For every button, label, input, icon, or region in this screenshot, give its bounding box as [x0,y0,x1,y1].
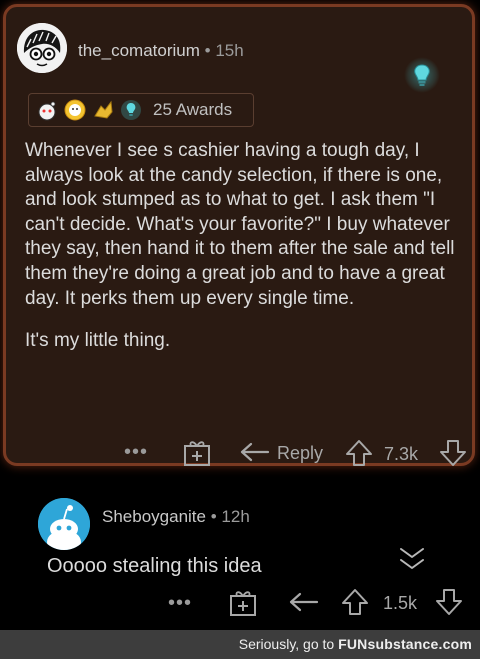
gift-icon[interactable] [182,438,212,473]
more-options-button[interactable]: ••• [168,592,192,615]
watermark-prefix: Seriously, go to [238,636,339,652]
username[interactable]: the_comatorium [78,41,200,60]
helpful-award-icon [91,98,115,122]
reply-arrow-icon[interactable] [238,440,270,471]
vote-score: 1.5k [383,593,418,613]
awards-row[interactable]: 25 Awards [28,93,254,127]
more-options-button[interactable]: ••• [124,441,148,464]
comment-paragraph: It's my little thing. [25,330,171,352]
reply-arrow-icon[interactable] [287,590,319,621]
timestamp: 15h [215,41,244,60]
meta-separator: • [204,41,211,60]
award-icons [35,98,59,122]
watermark-brand[interactable]: FUNsubstance.com [338,636,472,652]
lightbulb-icon [414,64,430,86]
comment-meta: Sheboyganite • 12h [102,507,250,527]
watermark-footer: Seriously, go to FUNsubstance.com [0,630,480,659]
user-avatar[interactable] [38,498,90,550]
meta-separator: • [210,507,217,526]
upvote-icon[interactable] [340,587,370,622]
snoo-avatar-icon [38,498,90,550]
comment-paragraph: Whenever I see s cashier having a tough … [25,140,455,309]
comment-meta: the_comatorium • 15h [78,41,244,61]
avatar-icon [17,23,67,73]
highlighted-comment: the_comatorium • 15h 25 Awards Whenever … [3,4,475,466]
reply-comment: Sheboyganite • 12h Ooooo stealing this i… [0,478,480,628]
silver-award-icon [38,101,56,121]
username[interactable]: Sheboyganite [102,507,206,526]
reply-body: Ooooo stealing this idea [47,555,262,577]
downvote-icon[interactable] [434,587,464,622]
vote-score: 7.3k [384,444,419,464]
comment-actions: ••• Reply 7.3k [6,437,478,471]
lightbulb-award-icon[interactable] [404,57,440,93]
collapse-chevron-icon[interactable] [397,544,427,579]
lightbulb-small-icon [119,98,143,122]
downvote-icon[interactable] [438,438,468,473]
gift-icon[interactable] [228,588,258,623]
timestamp: 12h [221,507,250,526]
comment-body: Whenever I see s cashier having a tough … [25,139,465,354]
reply-button[interactable]: Reply [277,443,323,464]
upvote-icon[interactable] [344,438,374,473]
awards-count: 25 Awards [153,100,233,119]
wholesome-award-icon [63,98,87,122]
user-avatar[interactable] [17,23,67,73]
